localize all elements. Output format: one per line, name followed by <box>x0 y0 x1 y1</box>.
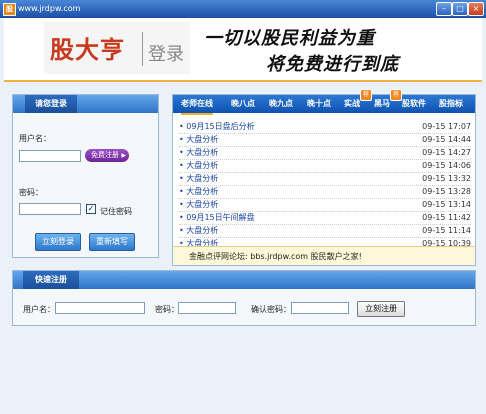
username-label: 用户名： <box>19 134 51 143</box>
remember-label: 记住密码 <box>100 207 132 216</box>
news-time: 09-15 14:44 <box>422 135 471 144</box>
register-panel: 快速注册 用户名： 密码： 确认密码： 立刻注册 <box>12 270 476 326</box>
news-item[interactable]: • 大盘分析 09-15 14:44 <box>179 134 471 147</box>
close-button[interactable]: × <box>468 2 484 16</box>
recommend-badge: 荐 <box>360 89 372 101</box>
logo-divider <box>142 32 143 66</box>
tab-teacher-online[interactable]: 老师在线 <box>181 95 213 115</box>
news-time: 09-15 14:27 <box>422 148 471 157</box>
reg-confirm-label: 确认密码： <box>251 305 291 314</box>
news-panel: 老师在线 晚八点 晚九点 晚十点 实战 荐 黑马 荐 股软件 股指标 • 09月… <box>172 89 476 266</box>
news-title[interactable]: • 大盘分析 <box>179 187 218 197</box>
logo-brand: 股大亨 <box>50 35 125 64</box>
news-time: 09-15 13:28 <box>422 187 471 196</box>
header-banner: 股大亨 登录 一切以股民利益为重 将免费进行到底 <box>4 18 482 82</box>
slogan-line2: 将免费进行到底 <box>266 54 399 75</box>
forum-link[interactable]: 金融点评网论坛: bbs.jrdpw.com 股民散户之家! <box>189 251 362 262</box>
news-title[interactable]: • 大盘分析 <box>179 148 218 158</box>
reg-password-label: 密码： <box>155 305 179 314</box>
news-list: • 09月15日盘后分析 09-15 17:07 • 大盘分析 09-15 14:4… <box>179 121 471 251</box>
tab-stock-software[interactable]: 股软件 <box>402 95 426 113</box>
news-title[interactable]: • 09月15日午间解盘 <box>179 213 255 223</box>
news-title[interactable]: • 大盘分析 <box>179 174 218 184</box>
news-item[interactable]: • 大盘分析 09-15 11:14 <box>179 225 471 238</box>
news-time: 09-15 17:07 <box>422 122 471 131</box>
app-icon: 股 <box>3 3 16 16</box>
username-input[interactable] <box>19 150 81 162</box>
news-title[interactable]: • 大盘分析 <box>179 135 218 145</box>
news-title[interactable]: • 大盘分析 <box>179 161 218 171</box>
password-input[interactable] <box>19 203 81 215</box>
login-panel-title: 请您登录 <box>25 95 77 113</box>
news-item[interactable]: • 09月15日午间解盘 09-15 11:42 <box>179 212 471 225</box>
news-item[interactable]: • 大盘分析 09-15 13:14 <box>179 199 471 212</box>
tab-practice[interactable]: 实战 <box>344 95 360 113</box>
news-time: 09-15 11:42 <box>422 213 471 222</box>
tab-8pm[interactable]: 晚八点 <box>231 95 255 113</box>
reset-button[interactable]: 重新填写 <box>89 233 135 251</box>
forum-bar: 金融点评网论坛: bbs.jrdpw.com 股民散户之家! <box>173 246 475 265</box>
window-title: www.jrdpw.com <box>18 4 81 13</box>
minimize-button[interactable]: – <box>436 2 452 16</box>
news-title[interactable]: • 09月15日盘后分析 <box>179 122 255 132</box>
news-tabbar: 老师在线 晚八点 晚九点 晚十点 实战 荐 黑马 荐 股软件 股指标 <box>173 89 475 115</box>
tab-9pm[interactable]: 晚九点 <box>269 95 293 113</box>
news-title[interactable]: • 大盘分析 <box>179 226 218 236</box>
login-panel-header: 请您登录 <box>13 95 158 113</box>
news-item[interactable]: • 大盘分析 09-15 13:32 <box>179 173 471 186</box>
news-title[interactable]: • 大盘分析 <box>179 200 218 210</box>
news-item[interactable]: • 09月15日盘后分析 09-15 17:07 <box>179 121 471 134</box>
reg-username-input[interactable] <box>55 302 145 314</box>
logo: 股大亨 登录 <box>44 22 190 74</box>
reg-confirm-input[interactable] <box>291 302 349 314</box>
reg-username-label: 用户名： <box>23 305 55 314</box>
logo-login-word: 登录 <box>148 44 184 65</box>
remember-checkbox[interactable]: ✓ <box>86 204 96 214</box>
free-register-button[interactable]: 免费注册 <box>85 149 129 162</box>
password-label: 密码： <box>19 188 43 197</box>
maximize-button[interactable]: □ <box>452 2 468 16</box>
news-time: 09-15 11:14 <box>422 226 471 235</box>
news-item[interactable]: • 大盘分析 09-15 13:28 <box>179 186 471 199</box>
register-panel-header: 快速注册 <box>13 271 475 289</box>
news-time: 09-15 14:06 <box>422 161 471 170</box>
recommend-badge: 荐 <box>390 89 402 101</box>
tab-10pm[interactable]: 晚十点 <box>307 95 331 113</box>
news-item[interactable]: • 大盘分析 09-15 14:27 <box>179 147 471 160</box>
register-submit-button[interactable]: 立刻注册 <box>357 301 405 317</box>
slogan-line1: 一切以股民利益为重 <box>204 28 375 49</box>
reg-password-input[interactable] <box>178 302 236 314</box>
news-item[interactable]: • 大盘分析 09-15 14:06 <box>179 160 471 173</box>
login-button[interactable]: 立刻登录 <box>35 233 81 251</box>
window-titlebar: 股 www.jrdpw.com – □ × <box>0 0 486 18</box>
news-time: 09-15 13:32 <box>422 174 471 183</box>
tab-stock-indicator[interactable]: 股指标 <box>439 95 463 113</box>
login-panel: 请您登录 用户名： 免费注册 密码： ✓ 记住密码 立刻登录 重新填写 <box>12 94 159 258</box>
tab-dark-horse[interactable]: 黑马 <box>374 95 390 113</box>
news-time: 09-15 13:14 <box>422 200 471 209</box>
register-panel-title: 快速注册 <box>23 271 79 289</box>
